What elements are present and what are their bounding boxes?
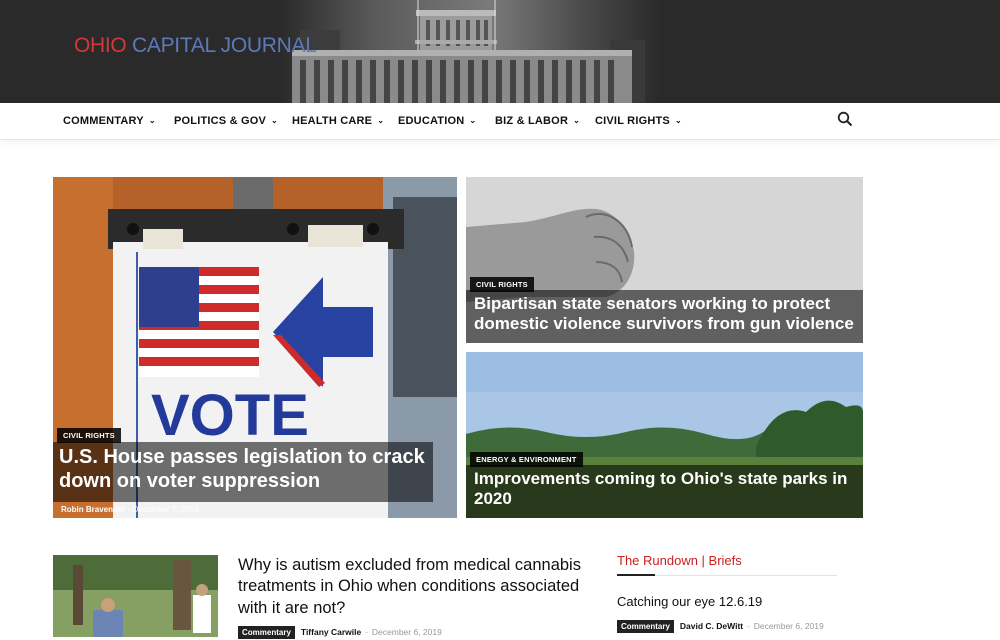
nav-item-education[interactable]: EDUCATION ⌄ bbox=[398, 115, 476, 127]
chevron-down-icon: ⌄ bbox=[573, 116, 580, 125]
search-icon[interactable] bbox=[837, 111, 853, 127]
featured-top-right-tile[interactable]: CIVIL RIGHTS Bipartisan state senators w… bbox=[466, 177, 863, 343]
site-header: OHIO CAPITAL JOURNAL bbox=[0, 0, 1000, 103]
nav-label: COMMENTARY bbox=[63, 115, 144, 127]
category-badge[interactable]: Commentary bbox=[617, 620, 674, 633]
nav-item-politics-gov[interactable]: POLITICS & GOV ⌄ bbox=[174, 115, 278, 127]
site-logo[interactable]: OHIO CAPITAL JOURNAL bbox=[74, 34, 317, 58]
post-date: - December 7, 2019 bbox=[127, 505, 199, 514]
author-name[interactable]: David C. DeWitt bbox=[680, 621, 743, 631]
featured-main-title[interactable]: U.S. House passes legislation to crack d… bbox=[59, 445, 439, 493]
nav-item-biz-labor[interactable]: BIZ & LABOR ⌄ bbox=[495, 115, 580, 127]
rundown-divider-accent bbox=[617, 574, 655, 576]
chevron-down-icon: ⌄ bbox=[271, 116, 278, 125]
rundown-item-title[interactable]: Catching our eye 12.6.19 bbox=[617, 594, 762, 609]
nav-label: CIVIL RIGHTS bbox=[595, 115, 670, 127]
nav-item-health-care[interactable]: HEALTH CARE ⌄ bbox=[292, 115, 384, 127]
logo-word-ohio: OHIO bbox=[74, 34, 127, 57]
story-meta: Commentary Tiffany Carwile - December 6, 20… bbox=[238, 622, 442, 640]
author-name[interactable]: Tiffany Carwile bbox=[301, 627, 361, 637]
capitol-building-image bbox=[280, 0, 660, 103]
logo-word-capital-journal: CAPITAL JOURNAL bbox=[132, 34, 317, 57]
nav-label: EDUCATION bbox=[398, 115, 465, 127]
chevron-down-icon: ⌄ bbox=[377, 116, 385, 125]
chevron-down-icon: ⌄ bbox=[469, 116, 477, 125]
featured-bottom-right-tile[interactable]: ENERGY & ENVIRONMENT Improvements coming… bbox=[466, 352, 863, 518]
featured-main-tile[interactable]: VOTE CIVIL RIGHTS U.S. House passes legi… bbox=[53, 177, 457, 518]
category-badge[interactable]: Commentary bbox=[238, 626, 295, 639]
story-title[interactable]: Why is autism excluded from medical cann… bbox=[238, 555, 588, 619]
chevron-down-icon: ⌄ bbox=[148, 116, 156, 125]
story-thumbnail[interactable] bbox=[53, 555, 218, 637]
vote-sign-text: VOTE bbox=[151, 383, 309, 448]
featured-bottom-right-title[interactable]: Improvements coming to Ohio's state park… bbox=[474, 469, 859, 510]
meta-separator: - bbox=[365, 628, 368, 637]
author-name[interactable]: Robin Bravender bbox=[61, 505, 125, 514]
nav-label: POLITICS & GOV bbox=[174, 115, 267, 127]
post-date: December 6, 2019 bbox=[371, 627, 442, 637]
nav-label: BIZ & LABOR bbox=[495, 115, 569, 127]
rundown-heading[interactable]: The Rundown | Briefs bbox=[617, 553, 742, 568]
nav-item-civil-rights[interactable]: CIVIL RIGHTS ⌄ bbox=[595, 115, 682, 127]
nav-label: HEALTH CARE bbox=[292, 115, 373, 127]
featured-main-meta: Robin Bravender - December 7, 2019 bbox=[61, 505, 198, 514]
nav-item-commentary[interactable]: COMMENTARY ⌄ bbox=[63, 115, 156, 127]
rundown-item-meta: Commentary David C. DeWitt - December 6, 20… bbox=[617, 616, 824, 634]
post-date: December 6, 2019 bbox=[753, 621, 824, 631]
category-badge[interactable]: CIVIL RIGHTS bbox=[57, 428, 121, 443]
meta-separator: - bbox=[747, 622, 750, 631]
featured-top-right-title[interactable]: Bipartisan state senators working to pro… bbox=[474, 294, 859, 335]
chevron-down-icon: ⌄ bbox=[674, 116, 682, 125]
